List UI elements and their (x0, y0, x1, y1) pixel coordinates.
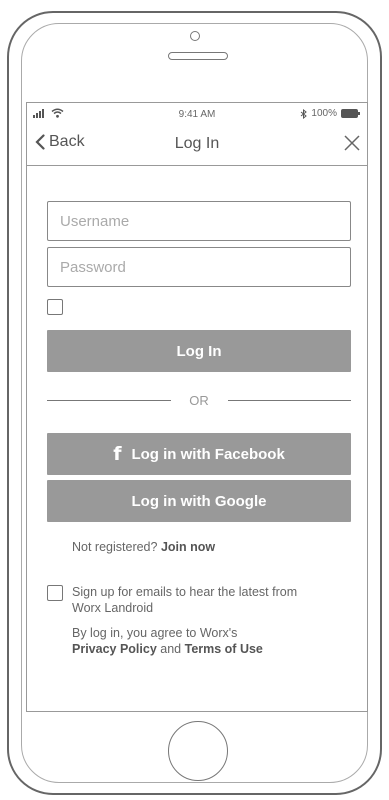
terms-and: and (160, 642, 182, 656)
login-button-label: Log In (176, 342, 222, 360)
email-opt-in-line2: Worx Landroid (72, 601, 154, 615)
terms-notice: By log in, you agree to Worx's Privacy P… (72, 625, 263, 657)
email-opt-in-label: Sign up for emails to hear the latest fr… (72, 584, 297, 616)
privacy-policy-link[interactable]: Privacy Policy (72, 642, 157, 656)
password-input[interactable] (47, 247, 351, 287)
page-title: Log In (174, 135, 220, 152)
status-bar: 9:41 AM 100% (27, 103, 367, 125)
facebook-login-button[interactable]: f Log in with Facebook (47, 433, 351, 475)
terms-of-use-link[interactable]: Terms of Use (185, 642, 263, 656)
register-prompt-text: Not registered? (72, 540, 158, 554)
email-opt-in-line1: Sign up for emails to hear the latest fr… (72, 585, 298, 599)
speaker-grille (168, 52, 228, 60)
terms-line1: By log in, you agree to Worx's (72, 626, 238, 640)
or-divider: OR (47, 391, 351, 411)
bluetooth-icon (301, 108, 308, 119)
close-icon[interactable] (343, 134, 361, 152)
email-opt-in-checkbox[interactable] (47, 585, 63, 601)
facebook-button-label: Log in with Facebook (131, 445, 285, 463)
google-login-button[interactable]: Log in with Google (47, 480, 351, 522)
remember-me-checkbox[interactable] (47, 299, 63, 315)
username-input[interactable] (47, 201, 351, 241)
facebook-icon: f (113, 443, 122, 465)
register-prompt: Not registered? Join now (72, 540, 215, 554)
or-label: OR (185, 393, 213, 408)
google-button-label: Log in with Google (131, 492, 267, 510)
login-button[interactable]: Log In (47, 330, 351, 372)
app-screen: 9:41 AM 100% Back Log In Log In (26, 102, 368, 712)
battery-icon (341, 109, 360, 118)
battery-percent: 100% (311, 108, 337, 119)
home-button[interactable] (168, 721, 228, 781)
camera-icon (190, 31, 200, 41)
navigation-bar: Back Log In (27, 125, 367, 166)
join-now-link[interactable]: Join now (161, 540, 215, 554)
